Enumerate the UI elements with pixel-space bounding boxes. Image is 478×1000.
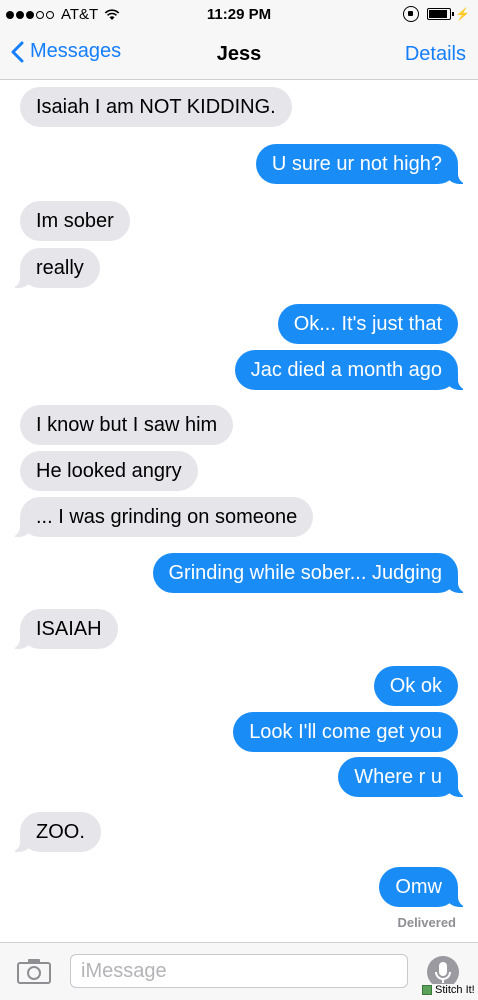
message-bubble-outgoing[interactable]: Jac died a month ago	[234, 350, 469, 390]
watermark-label: Stitch It!	[435, 984, 475, 996]
message-bubble-incoming[interactable]: Isaiah I am NOT KIDDING.	[20, 87, 292, 127]
message-bubble-outgoing[interactable]: Ok ok	[373, 666, 458, 706]
stitch-it-logo-icon	[422, 985, 432, 995]
message-bubble-incoming[interactable]: I know but I saw him	[20, 405, 234, 445]
message-bubble-incoming[interactable]: really	[10, 248, 100, 288]
rotation-lock-icon	[403, 6, 420, 22]
message-bubble-incoming[interactable]: Im sober	[20, 201, 130, 241]
status-right: ⚡	[403, 6, 470, 22]
chevron-left-icon	[11, 41, 24, 62]
message-bubble-outgoing[interactable]: U sure ur not high?	[255, 144, 469, 184]
message-bubble-incoming[interactable]: ... I was grinding on someone	[9, 497, 314, 537]
message-input[interactable]	[70, 954, 408, 988]
message-bubble-outgoing[interactable]: Grinding while sober... Judging	[152, 553, 468, 593]
nav-bar: Messages Jess Details	[0, 30, 478, 80]
compose-bar	[0, 942, 478, 1000]
message-bubble-outgoing[interactable]: Where r u	[338, 757, 468, 797]
message-bubble-outgoing[interactable]: Ok... It's just that	[277, 304, 458, 344]
delivery-status: Delivered	[397, 915, 456, 930]
back-label: Messages	[30, 40, 122, 62]
back-button[interactable]: Messages	[10, 40, 121, 63]
message-bubble-incoming[interactable]: He looked angry	[20, 451, 198, 491]
charging-bolt-icon: ⚡	[455, 7, 470, 21]
message-bubble-outgoing[interactable]: Look I'll come get you	[233, 712, 458, 752]
message-bubble-outgoing[interactable]: Omw	[379, 867, 468, 907]
status-bar: AT&T 11:29 PM ⚡	[0, 0, 478, 30]
stitch-it-watermark: Stitch It!	[422, 984, 475, 996]
camera-icon[interactable]	[16, 957, 52, 985]
message-bubble-incoming[interactable]: ISAIAH	[10, 609, 118, 649]
battery-icon	[427, 8, 455, 20]
details-button[interactable]: Details	[405, 43, 466, 66]
message-bubble-incoming[interactable]: ZOO.	[10, 812, 101, 852]
